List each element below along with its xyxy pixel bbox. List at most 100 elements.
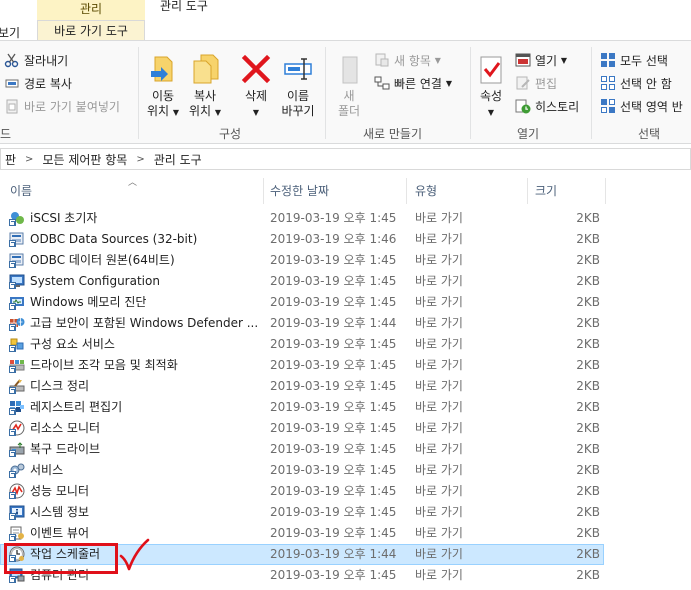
file-type: 바로 가기 xyxy=(415,400,463,414)
file-row[interactable]: 레지스트리 편집기 2019-03-19 오후 1:45 바로 가기 2KB xyxy=(0,397,691,418)
open-button[interactable]: 열기 ▼ xyxy=(515,51,567,69)
copy-to-button[interactable]: 복사 위치 ▼ xyxy=(187,53,223,120)
shortcut-arrow-icon xyxy=(9,366,16,373)
tab-shortcut-tools[interactable]: 바로 가기 도구 xyxy=(37,20,145,40)
file-modified-date: 2019-03-19 오후 1:45 xyxy=(270,568,397,582)
file-type: 바로 가기 xyxy=(415,274,463,288)
file-size: 2KB xyxy=(576,274,600,288)
file-modified-date: 2019-03-19 오후 1:45 xyxy=(270,505,397,519)
select-none-button[interactable]: 선택 안 함 xyxy=(600,74,672,92)
column-divider[interactable] xyxy=(263,178,264,204)
file-type: 바로 가기 xyxy=(415,379,463,393)
breadcrumb-all-items[interactable]: 모든 제어판 항목 xyxy=(42,151,127,168)
file-row[interactable]: Windows 메모리 진단 2019-03-19 오후 1:45 바로 가기 2KB xyxy=(0,292,691,313)
column-divider[interactable] xyxy=(605,178,606,204)
chevron-down-icon: ▼ xyxy=(434,55,441,65)
file-row[interactable]: ODBC 데이터 원본(64비트) 2019-03-19 오후 1:45 바로 가기… xyxy=(0,250,691,271)
move-to-button[interactable]: 이동 위치 ▼ xyxy=(145,53,181,120)
file-modified-date: 2019-03-19 오후 1:45 xyxy=(270,442,397,456)
memory-diagnostic-icon xyxy=(9,294,25,310)
file-row[interactable]: ODBC Data Sources (32-bit) 2019-03-19 오후 … xyxy=(0,229,691,250)
file-type: 바로 가기 xyxy=(415,463,463,477)
ribbon-tab-strip: 보기 관리 바로 가기 도구 관리 도구 xyxy=(0,0,691,40)
shortcut-arrow-icon xyxy=(9,576,16,583)
file-size: 2KB xyxy=(576,463,600,477)
file-row[interactable]: 성능 모니터 2019-03-19 오후 1:45 바로 가기 2KB xyxy=(0,481,691,502)
delete-button[interactable]: 삭제 ▼ xyxy=(238,53,274,120)
file-size: 2KB xyxy=(576,505,600,519)
file-row[interactable]: System Configuration 2019-03-19 오후 1:45 바로… xyxy=(0,271,691,292)
services-icon xyxy=(9,462,25,478)
file-modified-date: 2019-03-19 오후 1:45 xyxy=(270,358,397,372)
file-size: 2KB xyxy=(576,379,600,393)
chevron-down-icon: ▼ xyxy=(487,108,495,117)
file-name: 드라이브 조각 모음 및 최적화 xyxy=(30,358,178,372)
history-button[interactable]: 히스토리 xyxy=(515,97,579,115)
copy-to-icon xyxy=(189,53,221,85)
new-group-label: 새로 만들기 xyxy=(363,127,423,141)
file-size: 2KB xyxy=(576,295,600,309)
edit-button[interactable]: 편집 xyxy=(515,74,557,92)
new-item-button[interactable]: 새 항목 ▼ xyxy=(374,51,441,69)
paste-shortcut-button[interactable]: 바로 가기 붙여넣기 xyxy=(4,97,120,115)
file-modified-date: 2019-03-19 오후 1:44 xyxy=(270,547,397,561)
move-to-icon xyxy=(147,53,179,85)
file-row[interactable]: 디스크 정리 2019-03-19 오후 1:45 바로 가기 2KB xyxy=(0,376,691,397)
file-size: 2KB xyxy=(576,400,600,414)
odbc-icon xyxy=(9,252,25,268)
file-row[interactable]: 복구 드라이브 2019-03-19 오후 1:45 바로 가기 2KB xyxy=(0,439,691,460)
file-name: Windows 메모리 진단 xyxy=(30,295,147,309)
column-header-type[interactable]: 유형 xyxy=(415,178,437,204)
file-size: 2KB xyxy=(576,232,600,246)
select-all-button[interactable]: 모두 선택 xyxy=(600,51,668,69)
file-modified-date: 2019-03-19 오후 1:45 xyxy=(270,379,397,393)
column-header-modified[interactable]: 수정한 날짜 xyxy=(270,178,329,204)
file-row[interactable]: iSCSI 초기자 2019-03-19 오후 1:45 바로 가기 2KB xyxy=(0,208,691,229)
file-row[interactable]: 리소스 모니터 2019-03-19 오후 1:45 바로 가기 2KB xyxy=(0,418,691,439)
file-row[interactable]: 구성 요소 서비스 2019-03-19 오후 1:45 바로 가기 2KB xyxy=(0,334,691,355)
file-size: 2KB xyxy=(576,337,600,351)
file-name: 구성 요소 서비스 xyxy=(30,337,115,351)
copy-path-button[interactable]: 경로 복사 xyxy=(4,74,72,92)
column-divider[interactable] xyxy=(527,178,528,204)
odbc-icon xyxy=(9,231,25,247)
file-name: 고급 보안이 포함된 Windows Defender ... xyxy=(30,316,259,330)
file-row[interactable]: 드라이브 조각 모음 및 최적화 2019-03-19 오후 1:45 바로 가기 2… xyxy=(0,355,691,376)
address-bar[interactable]: 판 > 모든 제어판 항목 > 관리 도구 xyxy=(0,148,691,170)
invert-selection-button[interactable]: 선택 영역 반 xyxy=(600,97,683,115)
column-header-name[interactable]: 이름 xyxy=(10,178,32,204)
column-header-size[interactable]: 크기 xyxy=(535,178,557,204)
easy-access-button[interactable]: 빠른 연결 ▼ xyxy=(374,74,452,92)
cut-button[interactable]: 잘라내기 xyxy=(4,51,68,69)
file-list: iSCSI 초기자 2019-03-19 오후 1:45 바로 가기 2KB ODBC … xyxy=(0,208,691,586)
copy-path-icon xyxy=(4,75,20,91)
ribbon-separator xyxy=(470,47,471,139)
file-modified-date: 2019-03-19 오후 1:45 xyxy=(270,421,397,435)
column-divider[interactable] xyxy=(406,178,407,204)
file-type: 바로 가기 xyxy=(415,547,463,561)
breadcrumb-control-panel[interactable]: 판 xyxy=(5,151,16,168)
file-row[interactable]: 고급 보안이 포함된 Windows Defender ... 2019-03-1… xyxy=(0,313,691,334)
file-type: 바로 가기 xyxy=(415,295,463,309)
performance-monitor-icon xyxy=(9,483,25,499)
chevron-right-icon[interactable]: > xyxy=(25,154,33,165)
file-type: 바로 가기 xyxy=(415,442,463,456)
file-size: 2KB xyxy=(576,484,600,498)
component-services-icon xyxy=(9,336,25,352)
ribbon-separator xyxy=(138,47,139,139)
rename-button[interactable]: 이름 바꾸기 xyxy=(278,53,318,119)
chevron-right-icon[interactable]: > xyxy=(136,154,144,165)
file-row[interactable]: 서비스 2019-03-19 오후 1:45 바로 가기 2KB xyxy=(0,460,691,481)
shortcut-arrow-icon xyxy=(9,429,16,436)
file-row[interactable]: 이벤트 뷰어 2019-03-19 오후 1:45 바로 가기 2KB xyxy=(0,523,691,544)
organize-group-label: 구성 xyxy=(219,127,242,141)
new-folder-button[interactable]: 새 폴더 xyxy=(331,53,367,119)
file-type: 바로 가기 xyxy=(415,253,463,267)
clipboard-group-label: 드 xyxy=(0,127,12,141)
properties-button[interactable]: 속성 ▼ xyxy=(474,53,508,120)
recovery-drive-icon xyxy=(9,441,25,457)
shortcut-arrow-icon xyxy=(9,534,16,541)
file-row[interactable]: 시스템 정보 2019-03-19 오후 1:45 바로 가기 2KB xyxy=(0,502,691,523)
breadcrumb-admin-tools[interactable]: 관리 도구 xyxy=(154,151,202,168)
tab-view[interactable]: 보기 xyxy=(0,24,20,41)
